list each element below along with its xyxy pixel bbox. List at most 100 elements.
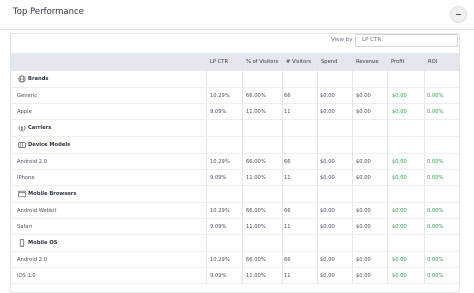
table-row[interactable]: Android Webkit 10.29% 66.00% 66 $0.00 $0… xyxy=(11,203,459,219)
row-name: iPhone xyxy=(17,175,35,181)
cell-spend: $0.00 xyxy=(320,159,335,165)
row-name: iOS 1.0 xyxy=(17,273,36,279)
table-row[interactable]: Android 2.0 10.29% 66.00% 66 $0.00 $0.00… xyxy=(11,252,459,268)
row-name: Generic xyxy=(17,93,38,99)
row-name: Android 2.0 xyxy=(17,159,47,165)
cell-pct-visitors: 11.00% xyxy=(246,224,266,230)
cell-profit: $0.00 xyxy=(392,224,407,230)
cell-spend: $0.00 xyxy=(320,257,335,263)
cell-visitors: 66 xyxy=(284,159,291,165)
col-revenue[interactable]: Revenue xyxy=(356,59,379,65)
cell-roi: 0.00% xyxy=(427,273,444,279)
cell-lp-ctr: 10.29% xyxy=(210,159,230,165)
table-row[interactable]: Apple 9.09% 11.00% 11 $0.00 $0.00 $0.00 … xyxy=(11,104,459,120)
cell-roi: 0.00% xyxy=(427,208,444,214)
tower-icon xyxy=(18,125,26,132)
section-brands: Brands xyxy=(11,71,459,88)
globe-icon xyxy=(18,75,26,83)
section-mobile-os: Mobile OS xyxy=(11,235,459,252)
cell-pct-visitors: 11.00% xyxy=(246,109,266,115)
cell-visitors: 66 xyxy=(284,257,291,263)
view-by-value: LP CTR xyxy=(362,37,382,43)
cell-lp-ctr: 10.29% xyxy=(210,93,230,99)
table-row[interactable]: iOS 1.0 9.09% 11.00% 11 $0.00 $0.00 $0.0… xyxy=(11,268,459,284)
row-name: Apple xyxy=(17,109,32,115)
table-row[interactable]: iPhone 9.09% 11.00% 11 $0.00 $0.00 $0.00… xyxy=(11,170,459,186)
cell-revenue: $0.00 xyxy=(356,109,371,115)
cell-revenue: $0.00 xyxy=(356,224,371,230)
section-title: Device Models xyxy=(28,142,71,148)
cell-pct-visitors: 66.00% xyxy=(246,208,266,214)
cell-roi: 0.00% xyxy=(427,224,444,230)
cell-revenue: $0.00 xyxy=(356,159,371,165)
cell-roi: 0.00% xyxy=(427,109,444,115)
row-name: Android 2.0 xyxy=(17,257,47,263)
cell-pct-visitors: 66.00% xyxy=(246,257,266,263)
cell-pct-visitors: 66.00% xyxy=(246,93,266,99)
cell-visitors: 11 xyxy=(284,109,291,115)
cell-lp-ctr: 9.09% xyxy=(210,175,227,181)
cell-pct-visitors: 66.00% xyxy=(246,159,266,165)
cell-roi: 0.00% xyxy=(427,159,444,165)
cell-revenue: $0.00 xyxy=(356,93,371,99)
cell-profit: $0.00 xyxy=(392,175,407,181)
phone-icon xyxy=(19,239,25,247)
cell-pct-visitors: 11.00% xyxy=(246,273,266,279)
cell-lp-ctr: 9.09% xyxy=(210,224,227,230)
row-name: Android Webkit xyxy=(17,208,57,214)
cell-spend: $0.00 xyxy=(320,93,335,99)
col-lp-ctr[interactable]: LP CTR xyxy=(210,59,228,65)
cell-spend: $0.00 xyxy=(320,175,335,181)
section-title: Brands xyxy=(28,76,49,82)
cell-visitors: 11 xyxy=(284,224,291,230)
cell-profit: $0.00 xyxy=(392,208,407,214)
col-visitors[interactable]: # Visitors xyxy=(286,59,311,65)
col-profit[interactable]: Profit xyxy=(391,59,405,65)
cell-profit: $0.00 xyxy=(392,273,407,279)
cell-visitors: 66 xyxy=(284,93,291,99)
cell-visitors: 11 xyxy=(284,175,291,181)
browser-icon xyxy=(18,190,26,198)
section-title: Mobile OS xyxy=(28,240,58,246)
cell-spend: $0.00 xyxy=(320,109,335,115)
col-pct-visitors[interactable]: % of Visitors xyxy=(246,59,278,65)
cell-lp-ctr: 9.09% xyxy=(210,109,227,115)
table-row[interactable]: Android 2.0 10.29% 66.00% 66 $0.00 $0.00… xyxy=(11,154,459,170)
collapse-button[interactable] xyxy=(450,6,467,23)
section-carriers: Carriers xyxy=(11,120,459,137)
cell-lp-ctr: 9.09% xyxy=(210,273,227,279)
cell-lp-ctr: 10.29% xyxy=(210,257,230,263)
cell-spend: $0.00 xyxy=(320,224,335,230)
cell-pct-visitors: 11.00% xyxy=(246,175,266,181)
top-performance-panel: Top Performance View by LP CTR LP CTR % … xyxy=(0,0,474,293)
cell-visitors: 66 xyxy=(284,208,291,214)
cell-spend: $0.00 xyxy=(320,208,335,214)
cell-lp-ctr: 10.29% xyxy=(210,208,230,214)
col-spend[interactable]: Spend xyxy=(321,59,337,65)
section-title: Mobile Browsers xyxy=(28,191,77,197)
view-by-label: View by xyxy=(331,37,353,43)
cell-spend: $0.00 xyxy=(320,273,335,279)
cell-roi: 0.00% xyxy=(427,93,444,99)
row-name: Safari xyxy=(17,224,33,230)
cell-revenue: $0.00 xyxy=(356,273,371,279)
cell-roi: 0.00% xyxy=(427,257,444,263)
cell-profit: $0.00 xyxy=(392,257,407,263)
panel-header: Top Performance xyxy=(0,0,474,30)
cell-revenue: $0.00 xyxy=(356,175,371,181)
cell-profit: $0.00 xyxy=(392,159,407,165)
device-icon xyxy=(18,142,26,148)
table-row[interactable]: Generic 10.29% 66.00% 66 $0.00 $0.00 $0.… xyxy=(11,88,459,104)
col-roi[interactable]: ROI xyxy=(428,59,437,65)
cell-profit: $0.00 xyxy=(392,93,407,99)
view-by-select[interactable]: LP CTR xyxy=(355,34,458,47)
table-row[interactable]: Safari 9.09% 11.00% 11 $0.00 $0.00 $0.00… xyxy=(11,219,459,235)
panel-title: Top Performance xyxy=(13,7,84,17)
section-mobile-browsers: Mobile Browsers xyxy=(11,186,459,203)
cell-visitors: 11 xyxy=(284,273,291,279)
cell-revenue: $0.00 xyxy=(356,257,371,263)
section-title: Carriers xyxy=(28,125,52,131)
table-header: LP CTR % of Visitors # Visitors Spend Re… xyxy=(11,53,459,71)
cell-roi: 0.00% xyxy=(427,175,444,181)
cell-profit: $0.00 xyxy=(392,109,407,115)
